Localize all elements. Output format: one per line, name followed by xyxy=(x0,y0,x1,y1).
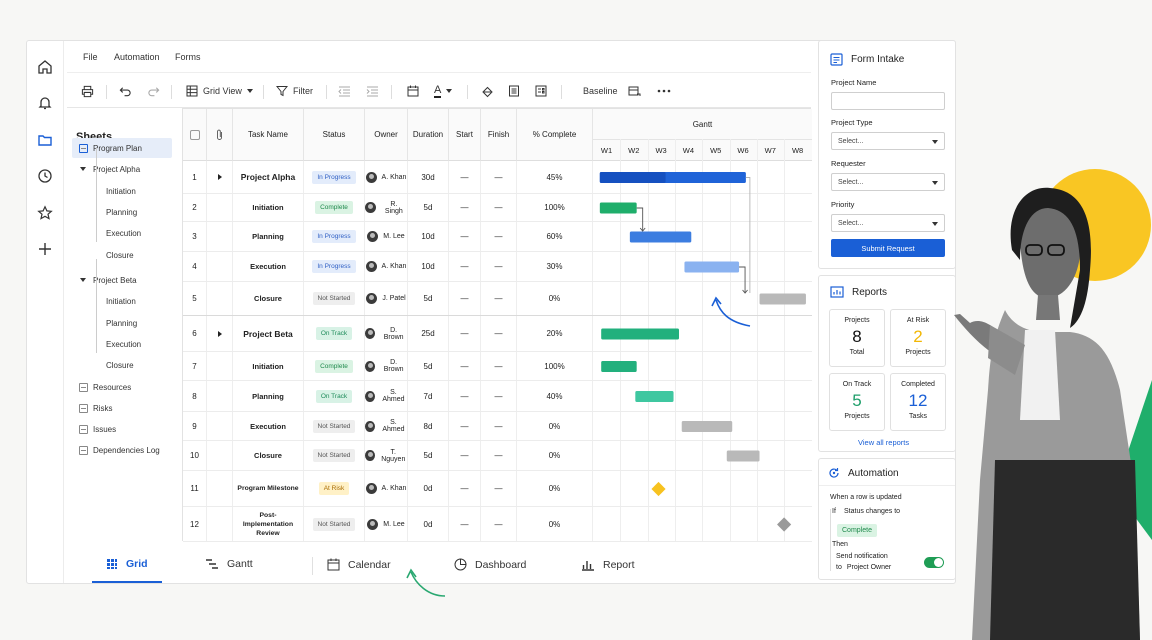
annotation-arrow-calendar xyxy=(410,571,446,597)
reports-header: Reports xyxy=(830,286,887,299)
requester-label: Requester xyxy=(831,159,866,168)
report-chart-icon xyxy=(830,286,844,298)
automation-to-label: to xyxy=(836,564,842,571)
priority-select[interactable]: Select... xyxy=(831,214,945,232)
report-card-value: 5 xyxy=(852,391,862,410)
report-card-on-track[interactable]: On Track 5 Projects xyxy=(829,373,885,431)
automation-condition: Status changes to xyxy=(844,508,901,515)
priority-label: Priority xyxy=(831,200,855,209)
project-type-select[interactable]: Select... xyxy=(831,132,945,150)
report-card-value: 8 xyxy=(852,327,862,346)
report-card-sub: Total xyxy=(849,349,865,356)
automation-trigger: When a row is updated xyxy=(830,494,902,501)
presenter-illustration xyxy=(954,169,1152,640)
chevron-down-icon xyxy=(932,222,938,226)
report-card-sub: Projects xyxy=(844,413,870,420)
priority-value: Select... xyxy=(838,219,864,227)
automation-icon xyxy=(829,468,839,478)
requester-value: Select... xyxy=(838,178,864,186)
presenter-pants xyxy=(990,460,1140,640)
requester-select[interactable]: Select... xyxy=(831,173,945,191)
automation-header: Automation xyxy=(828,467,899,479)
report-card-label: At Risk xyxy=(906,317,930,324)
report-card-sub: Tasks xyxy=(909,413,927,420)
project-type-value: Select... xyxy=(838,137,864,145)
project-type-label: Project Type xyxy=(831,118,873,127)
report-card-label: Projects xyxy=(844,317,870,324)
report-card-label: On Track xyxy=(842,381,872,388)
form-intake-panel: Form Intake Project Name Project Type Se… xyxy=(818,40,956,269)
view-all-reports-link[interactable]: View all reports xyxy=(858,438,909,447)
automation-then-label: Then xyxy=(832,541,848,548)
report-card-sub: Projects xyxy=(905,349,931,356)
automation-if-label: If xyxy=(832,508,836,515)
form-icon xyxy=(830,53,843,66)
report-card-at-risk[interactable]: At Risk 2 Projects xyxy=(890,309,946,367)
submit-request-button[interactable]: Submit Request xyxy=(831,239,945,257)
report-card-value: 12 xyxy=(908,391,928,410)
form-intake-header: Form Intake xyxy=(830,53,904,66)
report-card-projects[interactable]: Projects 8 Total xyxy=(829,309,885,367)
report-card-value: 2 xyxy=(913,327,923,346)
automation-flow-line xyxy=(830,509,831,571)
automation-action: Send notification xyxy=(836,553,888,560)
project-name-input[interactable] xyxy=(831,92,945,110)
automation-title: Automation xyxy=(848,467,899,479)
automation-target-value: Project Owner xyxy=(846,564,892,571)
automation-condition-value: Complete xyxy=(837,519,877,537)
chevron-down-icon xyxy=(932,181,938,185)
reports-panel: Reports Projects 8 Total At Risk 2 Proje… xyxy=(818,275,956,452)
chevron-down-icon xyxy=(932,140,938,144)
automation-target: to Project Owner xyxy=(836,564,891,571)
condition-value-pill: Complete xyxy=(837,524,877,537)
presenter-shirt xyxy=(1020,330,1060,420)
automation-panel: Automation When a row is updated If Stat… xyxy=(818,458,956,580)
report-card-completed[interactable]: Completed 12 Tasks xyxy=(890,373,946,431)
reports-title: Reports xyxy=(852,287,888,298)
form-intake-title: Form Intake xyxy=(851,54,905,65)
automation-toggle[interactable] xyxy=(924,557,944,568)
presenter-neck xyxy=(1036,295,1060,320)
project-name-label: Project Name xyxy=(831,78,877,87)
report-card-label: Completed xyxy=(901,381,935,388)
